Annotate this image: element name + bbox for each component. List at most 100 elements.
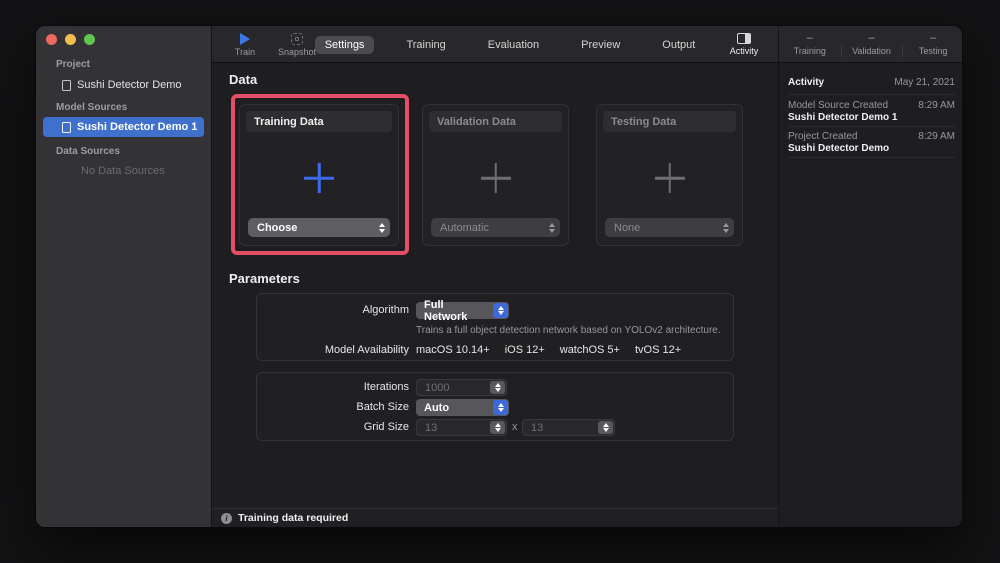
event-subject: Sushi Detector Demo 1	[788, 112, 955, 123]
event-title: Project Created	[788, 131, 857, 142]
close-window-button[interactable]	[46, 34, 57, 45]
batch-size-label: Batch Size	[256, 401, 409, 413]
stat-validation-value: –	[868, 32, 874, 44]
tab-evaluation[interactable]: Evaluation	[478, 36, 549, 54]
activity-toggle-button[interactable]: Activity	[722, 31, 766, 56]
event-subject: Sushi Detector Demo	[788, 143, 955, 154]
status-bar: i Training data required	[212, 508, 778, 527]
availability-tvos: tvOS 12+	[635, 344, 681, 356]
activity-panel: – Training – Validation – Testing Activi…	[778, 26, 963, 527]
iterations-label: Iterations	[256, 381, 409, 393]
sidebar-item-model-source[interactable]: Sushi Detector Demo 1	[43, 117, 204, 137]
info-icon: i	[221, 513, 232, 524]
sidebar-panel-icon	[737, 33, 751, 44]
event-row: Project Created 8:29 AM	[788, 131, 955, 142]
algorithm-popup[interactable]: Full Network	[416, 302, 509, 319]
testing-data-dropdown-value: None	[614, 222, 640, 234]
grid-height-value: 13	[531, 422, 543, 434]
model-availability-values: macOS 10.14+ iOS 12+ watchOS 5+ tvOS 12+	[416, 344, 681, 356]
algorithm-label: Algorithm	[256, 304, 409, 316]
grid-width-value: 13	[425, 422, 437, 434]
create-ml-window: Project Sushi Detector Demo Model Source…	[35, 25, 963, 528]
testing-data-title-text: Testing Data	[611, 116, 676, 128]
stepper-icon[interactable]	[490, 381, 505, 394]
tab-output[interactable]: Output	[652, 36, 705, 54]
stat-testing-label: Testing	[919, 46, 948, 56]
snapshot-button-label: Snapshot	[278, 47, 316, 57]
activity-button-label: Activity	[730, 46, 759, 56]
availability-ios: iOS 12+	[505, 344, 545, 356]
stat-validation: – Validation	[841, 26, 903, 62]
activity-header-row: Activity May 21, 2021	[788, 77, 955, 88]
zoom-window-button[interactable]	[84, 34, 95, 45]
algorithm-description: Trains a full object detection network b…	[416, 325, 721, 336]
stat-testing-value: –	[930, 32, 936, 44]
parameters-section-heading: Parameters	[229, 271, 300, 286]
stepper-icon[interactable]	[490, 421, 505, 434]
training-data-highlight-box	[231, 94, 409, 255]
availability-watchos: watchOS 5+	[560, 344, 620, 356]
add-validation-data-icon[interactable]	[481, 163, 511, 193]
testing-data-dropdown[interactable]: None	[605, 218, 734, 237]
popup-chevrons-icon	[493, 400, 508, 415]
add-testing-data-icon[interactable]	[655, 163, 685, 193]
tab-preview[interactable]: Preview	[571, 36, 630, 54]
testing-data-card: Testing Data None	[596, 104, 743, 246]
stepper-icon[interactable]	[598, 421, 613, 434]
divider	[788, 94, 955, 95]
no-data-sources-label: No Data Sources	[81, 165, 165, 177]
model-source-item-label: Sushi Detector Demo 1	[77, 121, 197, 133]
grid-size-label: Grid Size	[256, 421, 409, 433]
iterations-value: 1000	[425, 382, 449, 394]
divider	[788, 157, 955, 158]
window-controls	[46, 34, 95, 45]
validation-data-card-title: Validation Data	[429, 111, 562, 132]
snapshot-button[interactable]: Snapshot	[274, 31, 320, 57]
validation-data-dropdown-value: Automatic	[440, 222, 489, 234]
dropdown-chevrons-icon	[723, 218, 729, 237]
model-source-icon	[62, 122, 71, 133]
event-row: Model Source Created 8:29 AM	[788, 100, 955, 111]
stat-validation-label: Validation	[852, 46, 891, 56]
dropdown-chevrons-icon	[549, 218, 555, 237]
tab-training[interactable]: Training	[396, 36, 455, 54]
model-sources-label-text: Model Sources	[56, 102, 127, 113]
sidebar-item-project[interactable]: Sushi Detector Demo	[43, 75, 204, 95]
divider	[788, 126, 955, 127]
toolbar: Train Snapshot Settings Training Evaluat…	[212, 26, 778, 63]
activity-date: May 21, 2021	[894, 77, 955, 88]
tab-settings[interactable]: Settings	[315, 36, 375, 54]
status-message: Training data required	[238, 512, 348, 524]
batch-size-popup[interactable]: Auto	[416, 399, 509, 416]
grid-height-field[interactable]: 13	[522, 419, 615, 436]
stat-training-label: Training	[794, 46, 826, 56]
model-sources-section-label: Model Sources	[56, 102, 181, 113]
minimize-window-button[interactable]	[65, 34, 76, 45]
stat-testing: – Testing	[902, 26, 963, 62]
data-sources-section-label: Data Sources	[56, 146, 120, 157]
stat-training: – Training	[779, 26, 841, 62]
validation-data-card: Validation Data Automatic	[422, 104, 569, 246]
grid-size-separator: x	[512, 421, 518, 433]
activity-heading: Activity	[788, 77, 824, 88]
event-time: 8:29 AM	[918, 100, 955, 111]
document-icon	[62, 80, 71, 91]
grid-width-field[interactable]: 13	[416, 419, 507, 436]
model-availability-label: Model Availability	[256, 344, 409, 356]
tab-bar: Settings Training Evaluation Preview Out…	[332, 26, 688, 63]
event-time: 8:29 AM	[918, 131, 955, 142]
iterations-field[interactable]: 1000	[416, 379, 507, 396]
availability-macos: macOS 10.14+	[416, 344, 490, 356]
stat-training-value: –	[807, 32, 813, 44]
snapshot-icon	[291, 33, 303, 45]
train-button[interactable]: Train	[227, 31, 263, 57]
main-pane: Train Snapshot Settings Training Evaluat…	[212, 26, 778, 527]
project-item-label: Sushi Detector Demo	[77, 79, 182, 91]
desktop: Project Sushi Detector Demo Model Source…	[0, 0, 1000, 563]
validation-data-dropdown[interactable]: Automatic	[431, 218, 560, 237]
project-section-label: Project	[56, 59, 90, 70]
data-section-heading: Data	[229, 72, 257, 87]
sidebar: Project Sushi Detector Demo Model Source…	[36, 26, 212, 527]
event-title: Model Source Created	[788, 100, 888, 111]
train-button-label: Train	[235, 47, 255, 57]
